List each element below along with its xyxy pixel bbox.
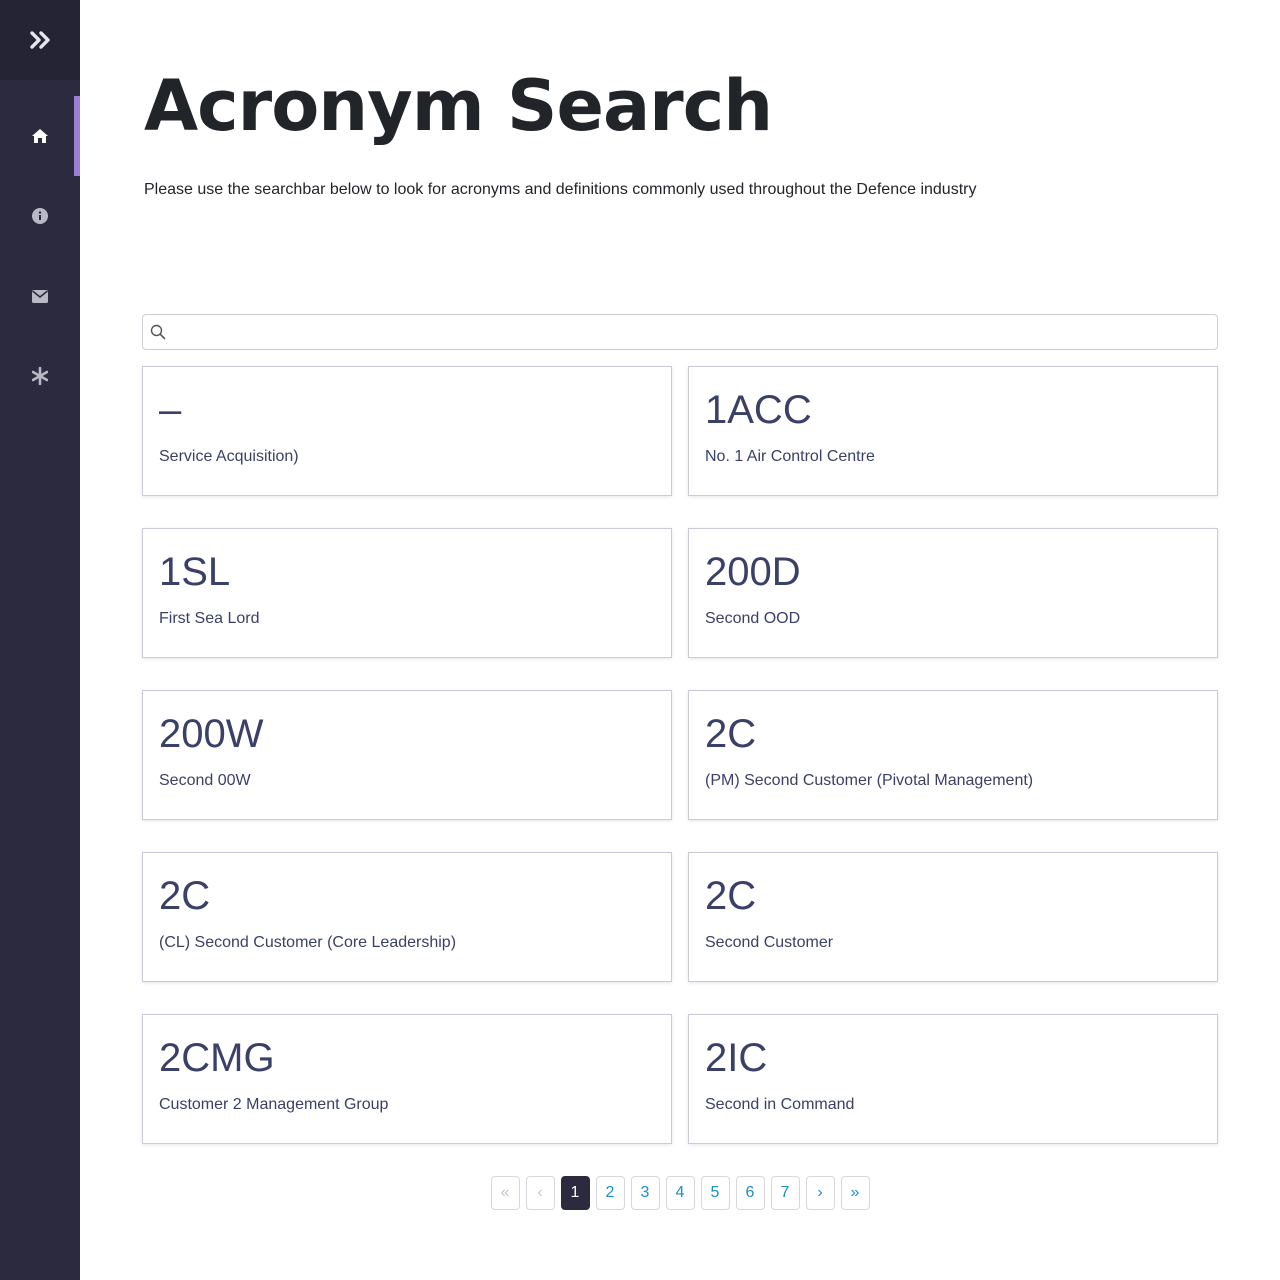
card-acronym: 2CMG (159, 1036, 275, 1080)
card-acronym: 2C (705, 874, 757, 918)
first-page-button: « (490, 1176, 520, 1210)
acronym-card[interactable]: 2C (CL) Second Customer (Core Leadership… (142, 852, 672, 982)
card-acronym: 1SL (159, 550, 231, 594)
pagination: « ‹ 1 2 3 4 5 6 7 › » (0, 1176, 1280, 1210)
card-definition: Second 00W (159, 772, 251, 789)
card-acronym: 1ACC (705, 388, 812, 432)
sidebar-item-contact[interactable] (0, 256, 80, 336)
page-subtitle: Please use the searchbar below to look f… (144, 181, 977, 198)
sidebar (0, 0, 80, 1280)
card-definition: Second Customer (705, 934, 834, 951)
card-definition: Second OOD (705, 610, 801, 627)
acronym-card[interactable]: 2CMG Customer 2 Management Group (142, 1014, 672, 1144)
asterisk-icon (32, 367, 48, 385)
acronym-card[interactable]: 200W Second 00W (142, 690, 672, 820)
sidebar-toggle-button[interactable] (0, 0, 80, 80)
search-icon (143, 315, 173, 349)
search-input[interactable] (173, 315, 1217, 349)
page-title: Acronym Search (144, 65, 773, 147)
page-button-4[interactable]: 4 (665, 1176, 695, 1210)
acronym-card[interactable]: 1ACC No. 1 Air Control Centre (688, 366, 1218, 496)
card-definition: (CL) Second Customer (Core Leadership) (159, 934, 457, 951)
page-button-7[interactable]: 7 (770, 1176, 800, 1210)
card-acronym: 2C (159, 874, 211, 918)
info-circle-icon (32, 208, 48, 224)
card-acronym: 200W (159, 712, 264, 756)
page-button-5[interactable]: 5 (700, 1176, 730, 1210)
card-definition: Service Acquisition) (159, 448, 299, 465)
page-button-3[interactable]: 3 (630, 1176, 660, 1210)
page-button-1[interactable]: 1 (560, 1176, 590, 1210)
sidebar-item-about[interactable] (0, 176, 80, 256)
acronym-card[interactable]: 1SL First Sea Lord (142, 528, 672, 658)
next-page-button[interactable]: › (805, 1176, 835, 1210)
page-button-2[interactable]: 2 (595, 1176, 625, 1210)
acronym-card[interactable]: 2IC Second in Command (688, 1014, 1218, 1144)
acronym-card[interactable]: 2C (PM) Second Customer (Pivotal Managem… (688, 690, 1218, 820)
page-button-6[interactable]: 6 (735, 1176, 765, 1210)
envelope-icon (32, 289, 48, 303)
home-icon (31, 128, 49, 144)
last-page-button[interactable]: » (840, 1176, 870, 1210)
double-chevron-right-icon (30, 31, 50, 49)
card-acronym: 200D (705, 550, 801, 594)
acronym-card[interactable]: 2C Second Customer (688, 852, 1218, 982)
acronym-card[interactable]: – Service Acquisition) (142, 366, 672, 496)
card-acronym: 2C (705, 712, 757, 756)
card-definition: Second in Command (705, 1096, 855, 1113)
sidebar-item-home[interactable] (0, 96, 80, 176)
card-definition: (PM) Second Customer (Pivotal Management… (705, 772, 1034, 789)
results-grid: – Service Acquisition) 1ACC No. 1 Air Co… (142, 366, 1218, 1144)
search-bar[interactable] (142, 314, 1218, 350)
card-definition: Customer 2 Management Group (159, 1096, 389, 1113)
card-definition: No. 1 Air Control Centre (705, 448, 875, 465)
prev-page-button: ‹ (525, 1176, 555, 1210)
card-acronym: 2IC (705, 1036, 768, 1080)
sidebar-item-other[interactable] (0, 336, 80, 416)
card-acronym: – (159, 388, 182, 432)
acronym-card[interactable]: 200D Second OOD (688, 528, 1218, 658)
card-definition: First Sea Lord (159, 610, 260, 627)
